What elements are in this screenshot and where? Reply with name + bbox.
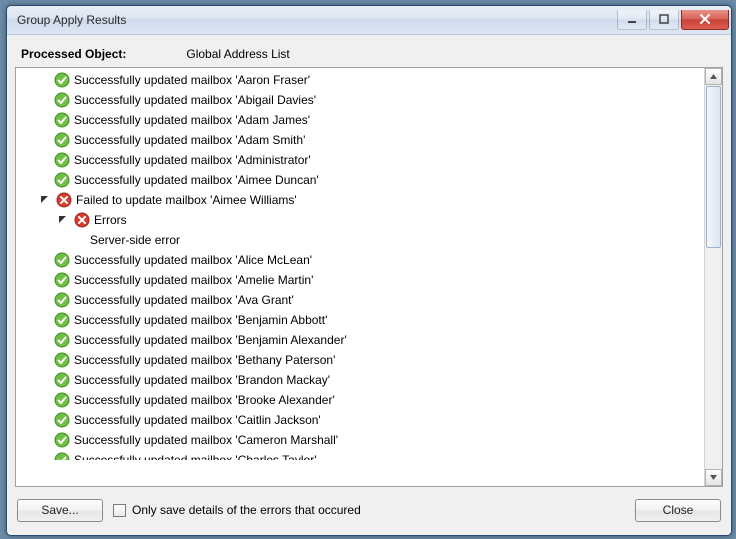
result-text: Successfully updated mailbox 'Caitlin Ja… — [74, 410, 321, 430]
result-row[interactable]: Successfully updated mailbox 'Aaron Fras… — [18, 70, 704, 90]
result-row[interactable]: Successfully updated mailbox 'Ava Grant' — [18, 290, 704, 310]
scroll-up-button[interactable] — [705, 68, 722, 85]
window-title: Group Apply Results — [7, 13, 617, 27]
result-text: Successfully updated mailbox 'Adam Smith… — [74, 130, 305, 150]
result-text: Successfully updated mailbox 'Benjamin A… — [74, 310, 327, 330]
result-row-fail[interactable]: Failed to update mailbox 'Aimee Williams… — [18, 190, 704, 210]
checkbox-box[interactable] — [113, 504, 126, 517]
vertical-scrollbar[interactable] — [704, 68, 722, 486]
result-row[interactable]: Successfully updated mailbox 'Adam James… — [18, 110, 704, 130]
error-detail-text: Server-side error — [90, 230, 180, 250]
checkbox-label: Only save details of the errors that occ… — [132, 503, 361, 517]
success-icon — [54, 112, 70, 128]
result-text: Successfully updated mailbox 'Bethany Pa… — [74, 350, 335, 370]
error-icon — [74, 212, 90, 228]
results-panel: Successfully updated mailbox 'Aaron Fras… — [15, 67, 723, 487]
processed-object-value: Global Address List — [186, 47, 289, 61]
result-row[interactable]: Successfully updated mailbox 'Benjamin A… — [18, 330, 704, 350]
result-row[interactable]: Successfully updated mailbox 'Abigail Da… — [18, 90, 704, 110]
success-icon — [54, 292, 70, 308]
client-area: Processed Object: Global Address List Su… — [15, 43, 723, 527]
processed-object-label: Processed Object: — [21, 47, 126, 61]
result-row[interactable]: Successfully updated mailbox 'Amelie Mar… — [18, 270, 704, 290]
success-icon — [54, 332, 70, 348]
result-row[interactable]: Successfully updated mailbox 'Caitlin Ja… — [18, 410, 704, 430]
result-row[interactable]: Successfully updated mailbox 'Cameron Ma… — [18, 430, 704, 450]
success-icon — [54, 172, 70, 188]
result-row[interactable]: Successfully updated mailbox 'Bethany Pa… — [18, 350, 704, 370]
success-icon — [54, 132, 70, 148]
dialog-window: Group Apply Results Processed Object: Gl… — [6, 5, 732, 536]
save-button[interactable]: Save... — [17, 499, 103, 522]
result-text: Failed to update mailbox 'Aimee Williams… — [76, 190, 297, 210]
error-icon — [56, 192, 72, 208]
errors-label: Errors — [94, 210, 127, 230]
success-icon — [54, 92, 70, 108]
result-text: Successfully updated mailbox 'Ava Grant' — [74, 290, 294, 310]
success-icon — [54, 392, 70, 408]
scrollbar-thumb[interactable] — [706, 86, 721, 248]
success-icon — [54, 312, 70, 328]
result-text: Successfully updated mailbox 'Alice McLe… — [74, 250, 312, 270]
result-text: Successfully updated mailbox 'Aimee Dunc… — [74, 170, 319, 190]
error-detail-row[interactable]: Server-side error — [18, 230, 704, 250]
expander-icon[interactable] — [56, 213, 70, 227]
close-button[interactable]: Close — [635, 499, 721, 522]
result-text: Successfully updated mailbox 'Benjamin A… — [74, 330, 347, 350]
result-text: Successfully updated mailbox 'Abigail Da… — [74, 90, 316, 110]
results-tree[interactable]: Successfully updated mailbox 'Aaron Fras… — [16, 68, 704, 486]
window-close-button[interactable] — [681, 10, 729, 30]
result-text: Successfully updated mailbox 'Aaron Fras… — [74, 70, 310, 90]
result-text: Successfully updated mailbox 'Cameron Ma… — [74, 430, 338, 450]
result-text: Successfully updated mailbox 'Amelie Mar… — [74, 270, 313, 290]
success-icon — [54, 272, 70, 288]
result-row[interactable]: Successfully updated mailbox 'Alice McLe… — [18, 250, 704, 270]
result-row[interactable]: Successfully updated mailbox 'Aimee Dunc… — [18, 170, 704, 190]
result-row[interactable]: Successfully updated mailbox 'Adam Smith… — [18, 130, 704, 150]
success-icon — [54, 452, 70, 460]
window-controls — [617, 11, 729, 30]
success-icon — [54, 152, 70, 168]
result-text: Successfully updated mailbox 'Brooke Ale… — [74, 390, 335, 410]
success-icon — [54, 72, 70, 88]
footer: Save... Only save details of the errors … — [15, 487, 723, 527]
minimize-button[interactable] — [617, 10, 647, 30]
result-row[interactable]: Successfully updated mailbox 'Administra… — [18, 150, 704, 170]
result-row[interactable]: Successfully updated mailbox 'Benjamin A… — [18, 310, 704, 330]
result-row[interactable]: Successfully updated mailbox 'Charles Ta… — [18, 450, 704, 460]
header-row: Processed Object: Global Address List — [15, 43, 723, 67]
titlebar[interactable]: Group Apply Results — [7, 6, 731, 35]
success-icon — [54, 412, 70, 428]
result-row[interactable]: Successfully updated mailbox 'Brandon Ma… — [18, 370, 704, 390]
expander-icon[interactable] — [38, 193, 52, 207]
result-text: Successfully updated mailbox 'Adam James… — [74, 110, 310, 130]
success-icon — [54, 432, 70, 448]
result-row[interactable]: Successfully updated mailbox 'Brooke Ale… — [18, 390, 704, 410]
result-text: Successfully updated mailbox 'Brandon Ma… — [74, 370, 330, 390]
errors-node[interactable]: Errors — [18, 210, 704, 230]
result-text: Successfully updated mailbox 'Charles Ta… — [74, 450, 316, 460]
success-icon — [54, 252, 70, 268]
success-icon — [54, 372, 70, 388]
errors-only-checkbox[interactable]: Only save details of the errors that occ… — [113, 503, 361, 517]
success-icon — [54, 352, 70, 368]
result-text: Successfully updated mailbox 'Administra… — [74, 150, 311, 170]
maximize-button[interactable] — [649, 10, 679, 30]
scroll-down-button[interactable] — [705, 469, 722, 486]
